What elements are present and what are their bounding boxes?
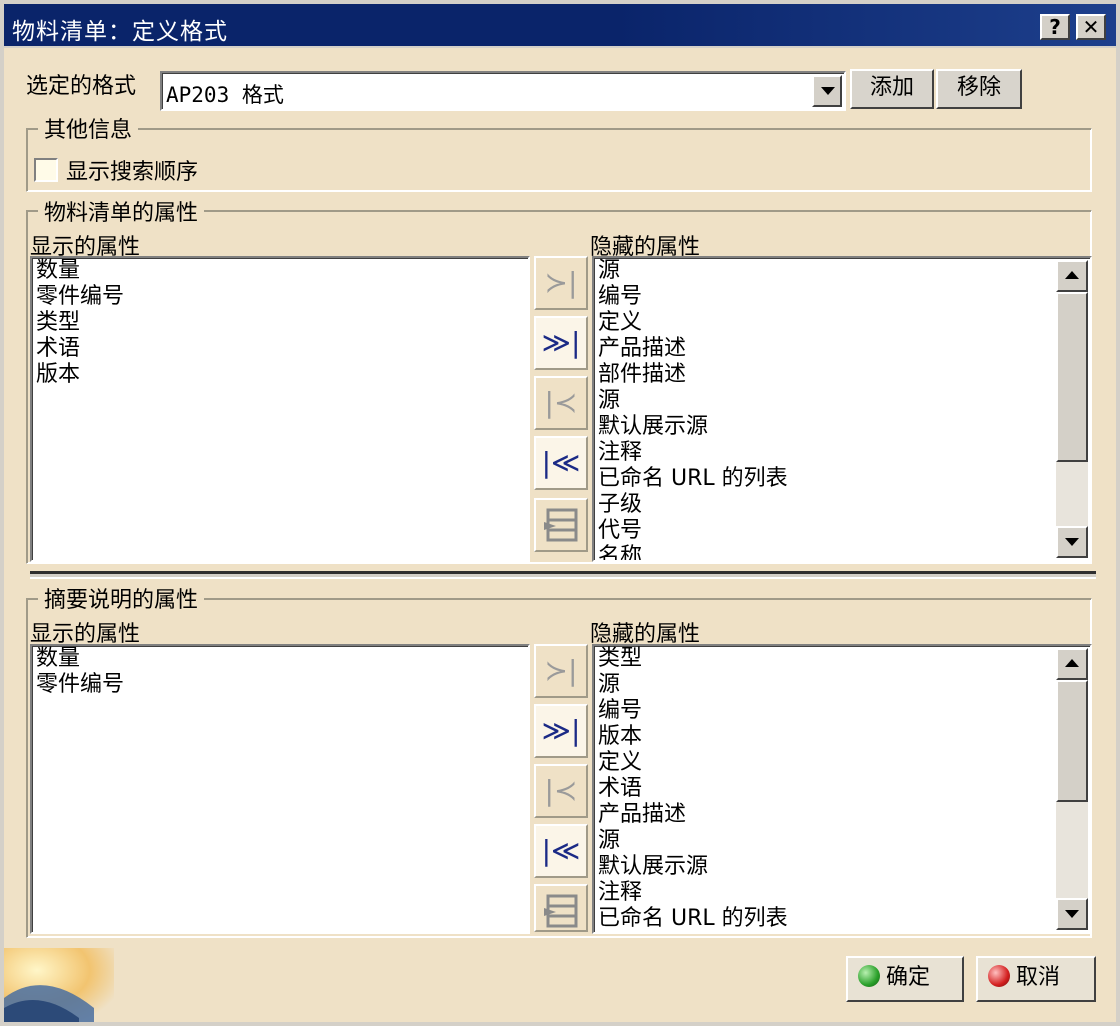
other-info-title: 其他信息	[38, 112, 139, 144]
chevron-down-icon	[821, 87, 835, 95]
summary-displayed-list[interactable]: 数量 零件编号	[30, 644, 530, 934]
list-item[interactable]: 注释	[594, 440, 1090, 466]
summary-properties-title: 摘要说明的属性	[38, 582, 205, 614]
list-item[interactable]: 数量	[32, 646, 528, 672]
summary-hidden-scrollbar[interactable]	[1056, 648, 1088, 930]
chevron-up-icon	[1065, 271, 1079, 279]
add-button[interactable]: 添加	[850, 69, 934, 109]
remove-button[interactable]: 移除	[936, 69, 1022, 109]
scroll-thumb[interactable]	[1056, 292, 1088, 462]
list-item[interactable]: 源	[594, 258, 1090, 284]
panel-splitter[interactable]	[30, 571, 1096, 579]
sort-list-icon	[544, 894, 578, 928]
list-item[interactable]: 术语	[32, 336, 528, 362]
list-item[interactable]: 注释	[594, 880, 1090, 906]
list-item[interactable]: 源	[594, 388, 1090, 414]
list-item[interactable]: 术语	[594, 776, 1090, 802]
show-search-order-label: 显示搜索顺序	[66, 160, 199, 185]
chevron-up-icon	[1065, 659, 1079, 667]
format-label: 选定的格式	[26, 74, 137, 99]
list-item[interactable]: 零件编号	[32, 672, 528, 698]
list-item[interactable]: 源	[594, 672, 1090, 698]
list-item[interactable]: 默认展示源	[594, 414, 1090, 440]
list-item[interactable]: 版本	[32, 362, 528, 388]
summary-move-all-left-button[interactable]: |≪	[534, 824, 588, 878]
help-button[interactable]: ?	[1040, 14, 1070, 40]
list-item[interactable]: 已命名 URL 的列表	[594, 466, 1090, 492]
list-item[interactable]: 名称	[594, 544, 1090, 560]
list-item[interactable]: 部件描述	[594, 362, 1090, 388]
show-search-order-checkbox[interactable]	[34, 158, 58, 182]
list-item[interactable]: 编号	[594, 284, 1090, 310]
list-item[interactable]: 零件编号	[32, 284, 528, 310]
app-logo-decoration	[4, 948, 114, 1022]
red-orb-icon	[988, 965, 1010, 987]
list-item[interactable]: 产品描述	[594, 802, 1090, 828]
cancel-button-label: 取消	[1016, 965, 1061, 990]
list-item[interactable]: 定义	[594, 310, 1090, 336]
list-item[interactable]: 代号	[594, 518, 1090, 544]
summary-move-all-right-button[interactable]: ≫|	[534, 704, 588, 758]
bom-order-button[interactable]	[534, 498, 588, 552]
summary-move-right-button[interactable]: ≻|	[534, 644, 588, 698]
list-item[interactable]: 子级	[594, 492, 1090, 518]
ok-button[interactable]: 确定	[846, 956, 964, 1002]
green-orb-icon	[858, 965, 880, 987]
dialog-client-area: 选定的格式 AP203 格式 添加 移除 其他信息 显示搜索顺序 物料清单的属性…	[4, 48, 1116, 1022]
bom-hidden-list[interactable]: 源编号 定义 产品描述 部件描述源默认展示源 注释 已命名 URL 的列表 子级 代号 名称	[592, 256, 1092, 562]
close-button[interactable]: ✕	[1076, 14, 1106, 40]
bom-properties-title: 物料清单的属性	[38, 195, 205, 227]
window-title: 物料清单：定义格式	[12, 19, 228, 45]
summary-move-left-button[interactable]: |≺	[534, 764, 588, 818]
scroll-up-button[interactable]	[1056, 648, 1088, 680]
dropdown-arrow-button[interactable]	[812, 75, 842, 107]
bom-move-left-button[interactable]: |≺	[534, 376, 588, 430]
chevron-down-icon	[1065, 910, 1079, 918]
ok-button-label: 确定	[886, 965, 931, 990]
sort-list-icon	[544, 508, 578, 542]
title-bar: 物料清单：定义格式 ? ✕	[4, 4, 1116, 46]
list-item[interactable]: 默认展示源	[594, 854, 1090, 880]
list-item[interactable]: 源	[594, 828, 1090, 854]
list-item[interactable]: 已命名 URL 的列表	[594, 906, 1090, 932]
list-item[interactable]: 定义	[594, 750, 1090, 776]
list-item[interactable]: 编号	[594, 698, 1090, 724]
globe-logo-icon	[4, 948, 114, 1022]
list-item[interactable]: 类型	[594, 646, 1090, 672]
cancel-button[interactable]: 取消	[976, 956, 1096, 1002]
scroll-up-button[interactable]	[1056, 260, 1088, 292]
format-dropdown[interactable]: AP203 格式	[160, 71, 846, 111]
dialog-window: 物料清单：定义格式 ? ✕ 选定的格式 AP203 格式 添加 移除 其他信息 …	[0, 0, 1120, 1026]
scroll-down-button[interactable]	[1056, 898, 1088, 930]
summary-hidden-list[interactable]: 类型源编号 版本 定义 术语 产品描述源默认展示源 注释 已命名 URL 的列表	[592, 644, 1092, 934]
bom-displayed-list[interactable]: 数量 零件编号 类型 术语 版本	[30, 256, 530, 562]
scroll-thumb[interactable]	[1056, 680, 1088, 802]
list-item[interactable]: 产品描述	[594, 336, 1090, 362]
chevron-down-icon	[1065, 538, 1079, 546]
bom-move-right-button[interactable]: ≻|	[534, 256, 588, 310]
format-dropdown-value: AP203 格式	[166, 83, 284, 107]
bom-hidden-scrollbar[interactable]	[1056, 260, 1088, 558]
scroll-down-button[interactable]	[1056, 526, 1088, 558]
list-item[interactable]: 数量	[32, 258, 528, 284]
bom-move-all-right-button[interactable]: ≫|	[534, 316, 588, 370]
list-item[interactable]: 版本	[594, 724, 1090, 750]
summary-order-button[interactable]	[534, 884, 588, 932]
bom-move-all-left-button[interactable]: |≪	[534, 436, 588, 490]
list-item[interactable]: 类型	[32, 310, 528, 336]
